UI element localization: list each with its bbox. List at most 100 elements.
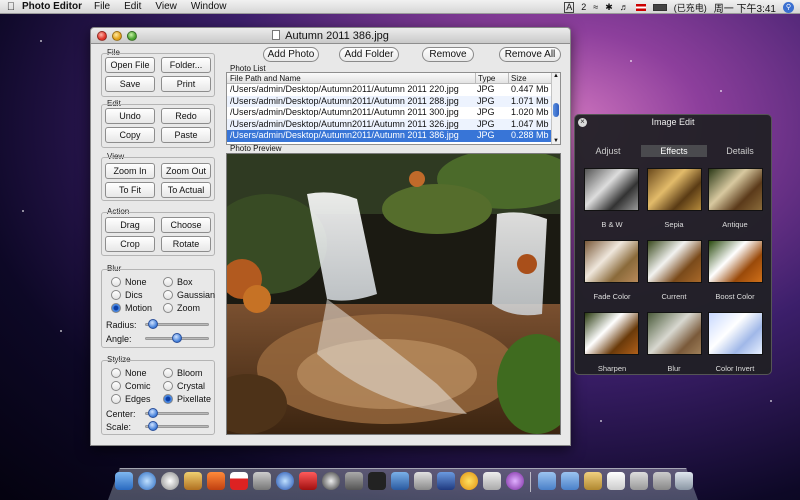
save-button[interactable]: Save bbox=[105, 76, 155, 92]
stack-icon[interactable] bbox=[630, 472, 648, 490]
image-edit-titlebar[interactable]: × Image Edit bbox=[575, 115, 771, 129]
tab-details[interactable]: Details bbox=[707, 145, 773, 157]
spotlight-icon[interactable]: ⚲ bbox=[783, 1, 794, 13]
scrollbar-thumb[interactable] bbox=[553, 103, 559, 117]
radius-slider-knob[interactable] bbox=[147, 319, 158, 329]
app-icon[interactable] bbox=[437, 472, 455, 490]
scale-slider-knob[interactable] bbox=[147, 421, 158, 431]
column-header-path[interactable]: File Path and Name bbox=[230, 73, 301, 84]
add-photo-button[interactable]: Add Photo bbox=[263, 47, 319, 62]
zoom-out-button[interactable]: Zoom Out bbox=[161, 163, 211, 179]
text-edit-icon[interactable] bbox=[483, 472, 501, 490]
add-folder-button[interactable]: Add Folder bbox=[339, 47, 399, 62]
menu-file[interactable]: File bbox=[94, 1, 110, 12]
iphoto-icon[interactable] bbox=[253, 472, 271, 490]
photo-list-table[interactable]: File Path and Name Type Size /Users/admi… bbox=[226, 72, 561, 145]
angle-slider-knob[interactable] bbox=[172, 333, 182, 343]
clock[interactable]: 周一 下午3:41 bbox=[714, 0, 776, 15]
input-method-icon[interactable]: A bbox=[564, 1, 575, 13]
remove-button[interactable]: Remove bbox=[422, 47, 474, 62]
notification-badge[interactable]: 2 bbox=[581, 2, 586, 12]
column-header-size[interactable]: Size bbox=[508, 73, 527, 84]
effect-color-invert-thumbnail[interactable] bbox=[708, 312, 763, 355]
folder-button[interactable]: Folder... bbox=[161, 57, 211, 73]
apple-menu-icon[interactable]:  bbox=[0, 1, 22, 13]
wifi-icon[interactable]: ≈ bbox=[593, 2, 598, 12]
effect-blur-thumbnail[interactable] bbox=[647, 312, 702, 355]
column-header-type[interactable]: Type bbox=[475, 73, 495, 84]
system-preferences-icon[interactable] bbox=[345, 472, 363, 490]
to-fit-button[interactable]: To Fit bbox=[105, 182, 155, 198]
paste-button[interactable]: Paste bbox=[161, 127, 211, 143]
print-button[interactable]: Print bbox=[161, 76, 211, 92]
volume-icon[interactable]: ♬ bbox=[620, 2, 629, 12]
stylize-none-radio[interactable]: None bbox=[111, 368, 147, 378]
app-store-icon[interactable] bbox=[138, 472, 156, 490]
blur-motion-radio[interactable]: Motion bbox=[111, 303, 152, 313]
crop-button[interactable]: Crop bbox=[105, 236, 155, 252]
close-icon[interactable]: × bbox=[578, 118, 587, 127]
table-row-selected[interactable]: /Users/admin/Desktop/Autumn2011/Autumn 2… bbox=[227, 130, 560, 142]
battery-icon[interactable] bbox=[652, 3, 667, 11]
effect-current-thumbnail[interactable] bbox=[647, 240, 702, 283]
stylize-pixellate-radio[interactable]: Pixellate bbox=[163, 394, 211, 404]
effect-fade-color-thumbnail[interactable] bbox=[584, 240, 639, 283]
photo-preview-canvas[interactable] bbox=[226, 153, 561, 435]
effect-bw-thumbnail[interactable] bbox=[584, 168, 639, 211]
effect-sepia-thumbnail[interactable] bbox=[647, 168, 702, 211]
qq-icon[interactable] bbox=[460, 472, 478, 490]
menu-window[interactable]: Window bbox=[191, 1, 227, 12]
blur-zoom-radio[interactable]: Zoom bbox=[163, 303, 200, 313]
to-actual-button[interactable]: To Actual bbox=[161, 182, 211, 198]
preview-icon[interactable] bbox=[391, 472, 409, 490]
effect-boost-color-thumbnail[interactable] bbox=[708, 240, 763, 283]
remove-all-button[interactable]: Remove All bbox=[499, 47, 561, 62]
close-button[interactable] bbox=[97, 31, 107, 41]
stack-icon[interactable] bbox=[653, 472, 671, 490]
blur-none-radio[interactable]: None bbox=[111, 277, 147, 287]
address-book-icon[interactable] bbox=[184, 472, 202, 490]
app-menu[interactable]: Photo Editor bbox=[22, 1, 82, 12]
stylize-edges-radio[interactable]: Edges bbox=[111, 394, 151, 404]
blur-box-radio[interactable]: Box bbox=[163, 277, 193, 287]
list-scrollbar[interactable]: ▲ ▼ bbox=[551, 73, 560, 144]
downloads-folder-icon[interactable] bbox=[584, 472, 602, 490]
blur-dics-radio[interactable]: Dics bbox=[111, 290, 143, 300]
window-titlebar[interactable]: Autumn 2011 386.jpg bbox=[91, 28, 570, 44]
zoom-in-button[interactable]: Zoom In bbox=[105, 163, 155, 179]
applications-folder-icon[interactable] bbox=[538, 472, 556, 490]
scroll-down-icon[interactable]: ▼ bbox=[553, 138, 559, 144]
stylize-comic-radio[interactable]: Comic bbox=[111, 381, 151, 391]
table-row[interactable]: /Users/admin/Desktop/Autumn2011/Autumn 2… bbox=[227, 107, 560, 119]
flag-icon[interactable] bbox=[635, 3, 646, 11]
photo-app-icon[interactable] bbox=[207, 472, 225, 490]
redo-button[interactable]: Redo bbox=[161, 108, 211, 124]
photo-editor-dock-icon[interactable] bbox=[506, 472, 524, 490]
zoom-button[interactable] bbox=[127, 31, 137, 41]
center-slider-knob[interactable] bbox=[147, 408, 158, 418]
terminal-icon[interactable] bbox=[368, 472, 386, 490]
utility-icon[interactable] bbox=[414, 472, 432, 490]
undo-button[interactable]: Undo bbox=[105, 108, 155, 124]
tab-effects[interactable]: Effects bbox=[641, 145, 707, 157]
bluetooth-icon[interactable]: ✱ bbox=[605, 2, 613, 13]
stylize-bloom-radio[interactable]: Bloom bbox=[163, 368, 203, 378]
menu-view[interactable]: View bbox=[155, 1, 177, 12]
safari-icon[interactable] bbox=[161, 472, 179, 490]
minimize-button[interactable] bbox=[112, 31, 122, 41]
table-row[interactable]: /Users/admin/Desktop/Autumn2011/Autumn 2… bbox=[227, 84, 560, 96]
copy-button[interactable]: Copy bbox=[105, 127, 155, 143]
documents-folder-icon[interactable] bbox=[561, 472, 579, 490]
menu-edit[interactable]: Edit bbox=[124, 1, 141, 12]
tab-adjust[interactable]: Adjust bbox=[575, 145, 641, 157]
finder-icon[interactable] bbox=[115, 472, 133, 490]
itunes-icon[interactable] bbox=[276, 472, 294, 490]
table-row[interactable]: /Users/admin/Desktop/Autumn2011/Autumn 2… bbox=[227, 118, 560, 130]
photo-booth-icon[interactable] bbox=[299, 472, 317, 490]
blur-gaussian-radio[interactable]: Gaussian bbox=[163, 290, 215, 300]
scroll-up-icon[interactable]: ▲ bbox=[553, 73, 559, 79]
effect-sharpen-thumbnail[interactable] bbox=[584, 312, 639, 355]
battery-status[interactable]: (已充电) bbox=[674, 1, 707, 14]
drag-button[interactable]: Drag bbox=[105, 217, 155, 233]
calendar-icon[interactable] bbox=[230, 472, 248, 490]
